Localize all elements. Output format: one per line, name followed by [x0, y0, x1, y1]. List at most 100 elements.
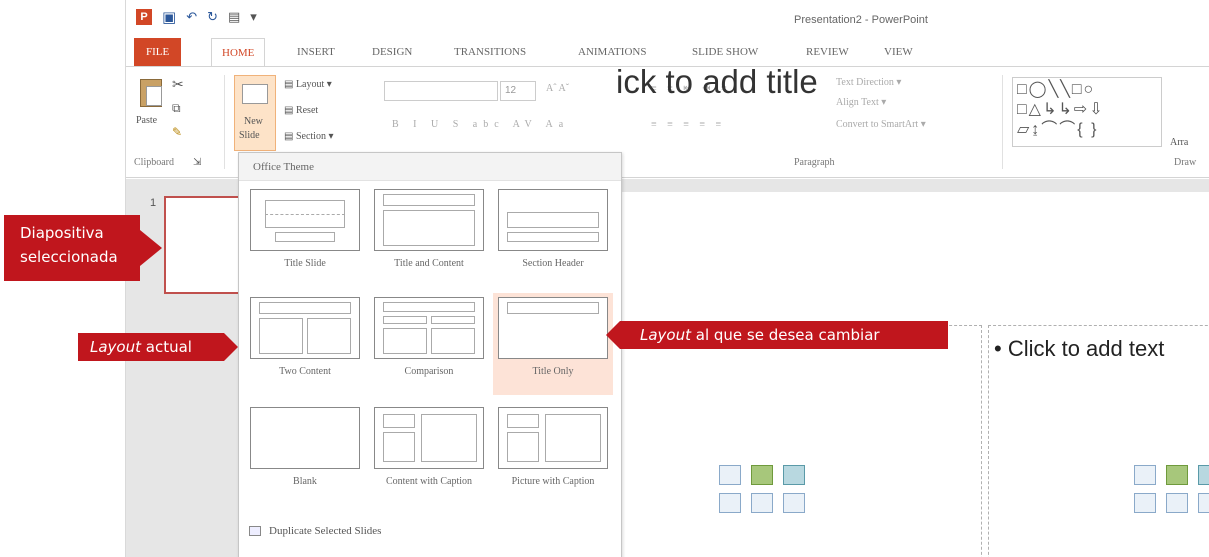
tab-slide-show[interactable]: SLIDE SHOW [692, 38, 758, 66]
layout-label: Title and Content [394, 258, 464, 269]
clipboard-group-label: Clipboard [134, 157, 174, 168]
slide-thumbnail-number: 1 [150, 197, 157, 209]
grow-shrink-font-icons[interactable]: Aˆ Aˇ [546, 83, 569, 94]
layout-thumb-caption [507, 432, 539, 462]
layout-thumbnail [250, 407, 360, 469]
insert-smartart-icon[interactable] [1198, 465, 1209, 485]
font-format-icons[interactable]: B I U S abc AV Aa [392, 119, 569, 130]
undo-icon[interactable]: ↶ [186, 9, 197, 25]
paste-icon[interactable] [140, 79, 162, 107]
layout-thumb-title [507, 414, 539, 428]
slide-title-placeholder[interactable]: ick to add title [616, 63, 818, 101]
font-size-combobox[interactable]: 12 [500, 81, 536, 101]
layout-content-with-caption[interactable]: Content with Caption [369, 403, 489, 505]
layout-label: Blank [293, 476, 317, 487]
layout-title-slide[interactable]: Title Slide [245, 185, 365, 287]
layout-section-header[interactable]: Section Header [493, 185, 613, 287]
layout-thumb-content-right [307, 318, 351, 354]
tab-file[interactable]: FILE [134, 38, 182, 66]
slideshow-start-icon[interactable]: ▤ [228, 9, 240, 25]
align-text-button[interactable]: Align Text ▾ [836, 97, 886, 108]
insert-online-picture-icon[interactable] [1166, 493, 1188, 513]
new-slide-button[interactable]: New Slide [234, 75, 276, 151]
reset-button[interactable]: ▤ Reset [284, 105, 318, 116]
paragraph-group-label: Paragraph [794, 157, 835, 168]
reset-label: Reset [295, 105, 319, 116]
format-painter-icon[interactable]: ✎ [172, 125, 182, 140]
insert-video-icon[interactable] [1198, 493, 1209, 513]
layout-thumbnail [250, 297, 360, 359]
customize-qat-icon[interactable]: ▾ [250, 9, 257, 25]
insert-picture-icon[interactable] [1134, 493, 1156, 513]
powerpoint-window: P ▣ ↶ ↻ ▤ ▾ Presentation2 - PowerPoint F… [125, 0, 1209, 557]
cut-icon[interactable]: ✂ [172, 77, 184, 94]
tab-design[interactable]: DESIGN [372, 38, 412, 66]
font-name-combobox[interactable] [384, 81, 498, 101]
callout-selected-line1: Diapositiva [20, 224, 104, 242]
section-icon: ▤ [284, 131, 296, 142]
tab-insert[interactable]: INSERT [297, 38, 335, 66]
insert-smartart-icon[interactable] [783, 465, 805, 485]
duplicate-slides-icon [249, 526, 261, 537]
layout-button[interactable]: ▤ Layout ▾ [284, 79, 332, 90]
callout-target-em: Layout [640, 326, 691, 344]
alignment-icons[interactable]: ≡ ≡ ≡ ≡ ≡ [651, 119, 725, 130]
layout-thumbnail [374, 407, 484, 469]
insert-video-icon[interactable] [783, 493, 805, 513]
new-slide-icon [242, 84, 268, 104]
layout-thumb-content-right [431, 328, 475, 354]
text-direction-button[interactable]: Text Direction ▾ [836, 77, 901, 88]
section-button[interactable]: ▤ Section ▾ [284, 131, 333, 142]
convert-smartart-button[interactable]: Convert to SmartArt ▾ [836, 119, 926, 130]
arrange-label[interactable]: Arra [1170, 137, 1188, 148]
insert-table-icon[interactable] [1134, 465, 1156, 485]
layout-thumbnail [498, 189, 608, 251]
layout-blank[interactable]: Blank [245, 403, 365, 505]
layout-two-content[interactable]: Two Content [245, 293, 365, 395]
layout-thumb-text [507, 232, 599, 242]
group-divider [1002, 75, 1003, 169]
redo-icon[interactable]: ↻ [207, 9, 218, 25]
save-icon[interactable]: ▣ [162, 8, 176, 26]
layout-thumb-title [507, 212, 599, 228]
menu-item-label: Duplicate Selected Slides [269, 525, 382, 537]
group-divider [224, 75, 225, 169]
layout-label: Picture with Caption [511, 476, 595, 487]
insert-chart-icon[interactable] [1166, 465, 1188, 485]
shapes-gallery[interactable]: □◯╲╲□○ □△↳↳⇨⇩ ▱↨⌒⌒{ } [1012, 77, 1162, 147]
tab-animations[interactable]: ANIMATIONS [578, 38, 646, 66]
tab-home[interactable]: HOME [211, 38, 266, 66]
layout-thumb-content [383, 210, 475, 246]
ribbon-tabs: FILE HOME INSERT DESIGN TRANSITIONS ANIM… [126, 38, 1209, 66]
callout-selected-slide: Diapositiva seleccionada [4, 215, 162, 281]
layout-thumb-content-left [383, 328, 427, 354]
clipboard-launcher-icon[interactable]: ⇲ [193, 157, 201, 168]
tab-view[interactable]: VIEW [884, 38, 913, 66]
insert-online-picture-icon[interactable] [751, 493, 773, 513]
quick-access-toolbar: P ▣ ↶ ↻ ▤ ▾ [136, 8, 257, 26]
layout-comparison[interactable]: Comparison [369, 293, 489, 395]
copy-icon[interactable]: ⧉ [172, 101, 181, 116]
paste-label: Paste [136, 115, 158, 126]
layout-title-and-content[interactable]: Title and Content [369, 185, 489, 287]
insert-chart-icon[interactable] [751, 465, 773, 485]
tab-review[interactable]: REVIEW [806, 38, 849, 66]
layout-picture-with-caption[interactable]: Picture with Caption [493, 403, 613, 505]
layout-thumbnail [374, 297, 484, 359]
tab-transitions[interactable]: TRANSITIONS [454, 38, 526, 66]
layout-thumb-heading-right [431, 316, 475, 324]
content-placeholder-text[interactable]: • Click to add text [994, 336, 1164, 362]
layout-title-only[interactable]: Title Only [493, 293, 613, 395]
title-bar: P ▣ ↶ ↻ ▤ ▾ Presentation2 - PowerPoint [126, 0, 1209, 34]
layout-thumb-divider [265, 214, 345, 215]
layout-label: Layout [295, 79, 325, 90]
layout-thumb-heading-left [383, 316, 427, 324]
duplicate-selected-slides-item[interactable]: Duplicate Selected Slides [249, 525, 381, 537]
layout-thumb-title [507, 302, 599, 314]
layout-thumb-content-left [259, 318, 303, 354]
callout-current-layout: Layout actual [78, 333, 238, 361]
insert-table-icon[interactable] [719, 465, 741, 485]
insert-picture-icon[interactable] [719, 493, 741, 513]
layout-icon: ▤ [284, 79, 296, 90]
layout-label: Content with Caption [385, 476, 473, 487]
